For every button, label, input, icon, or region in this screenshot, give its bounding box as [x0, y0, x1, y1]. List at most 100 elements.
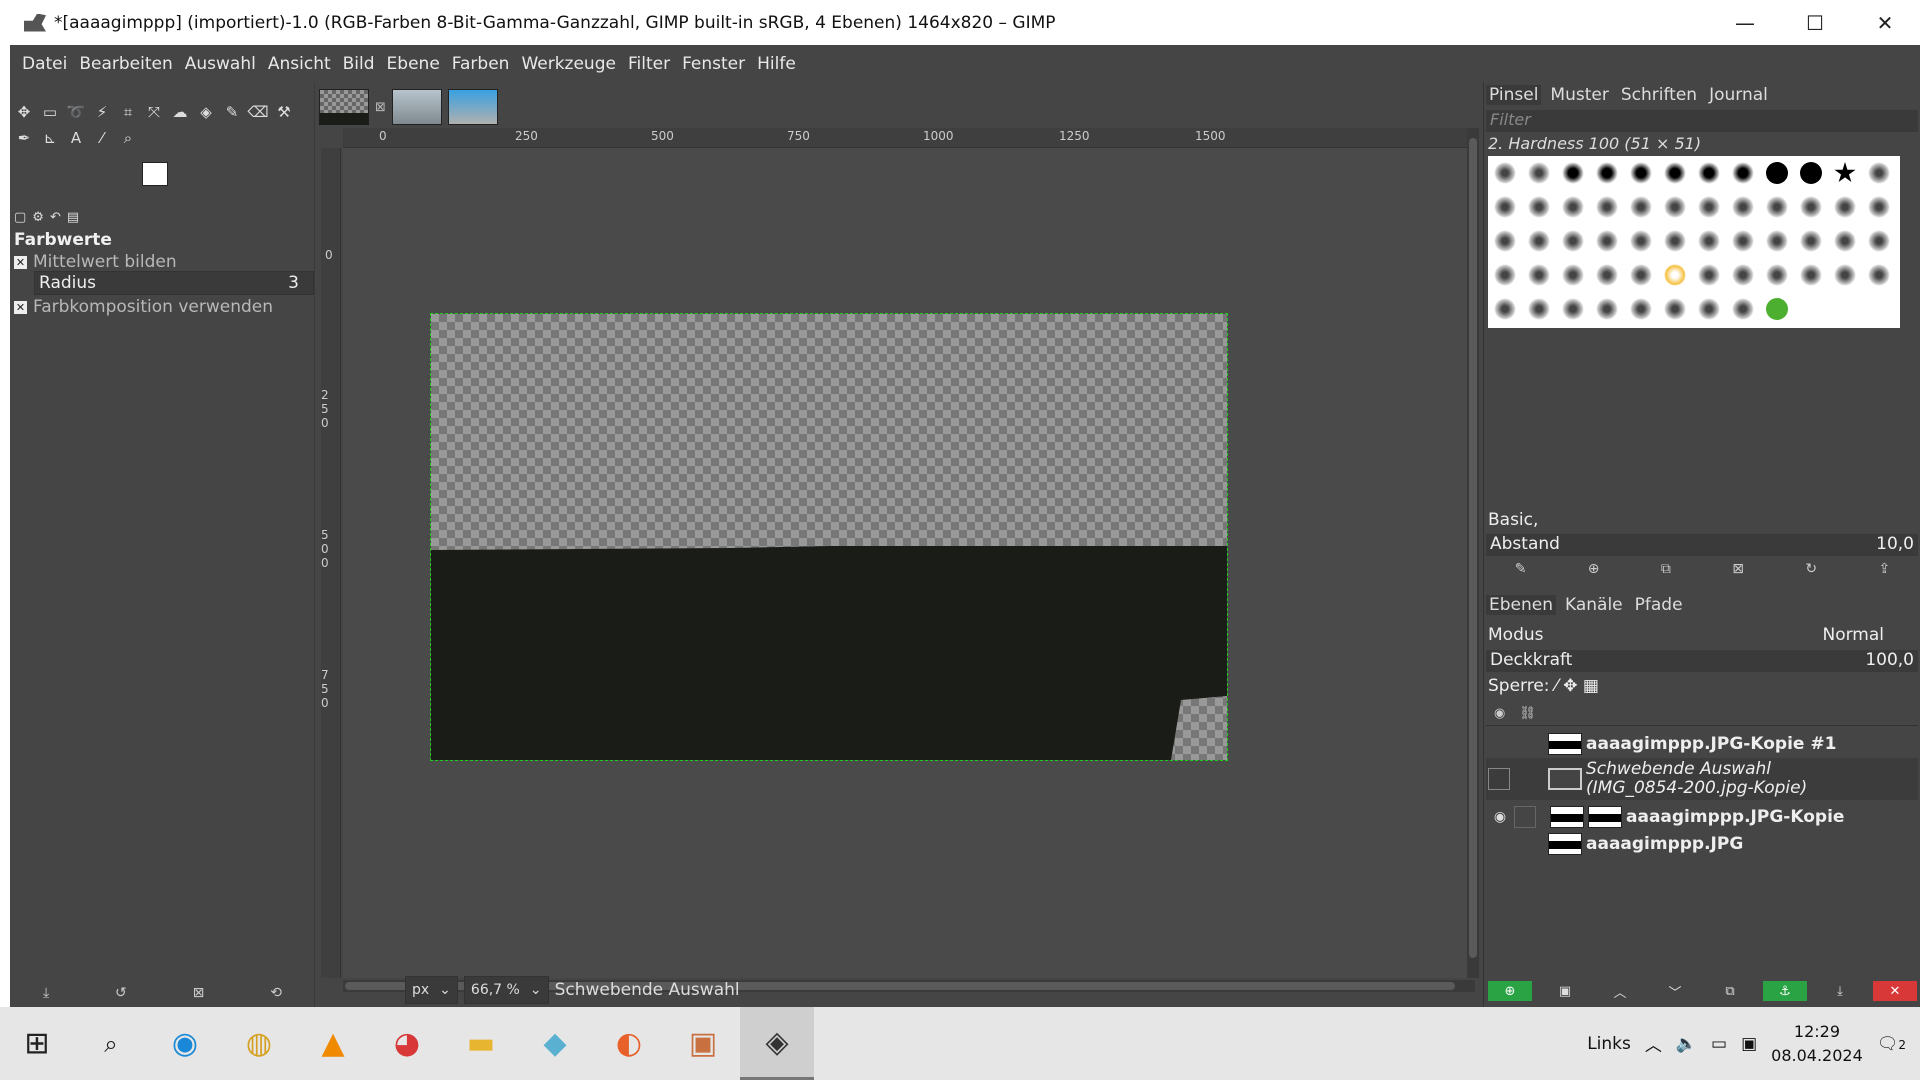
checkbox-icon[interactable]: ✕: [14, 300, 27, 314]
start-icon[interactable]: ⊞: [0, 1007, 74, 1080]
menu-bearbeiten[interactable]: Bearbeiten: [73, 54, 178, 74]
minimize-button[interactable]: —: [1710, 0, 1780, 45]
tab-schriften[interactable]: Schriften: [1618, 85, 1700, 105]
foreground-color[interactable]: [142, 162, 168, 186]
close-button[interactable]: ✕: [1850, 0, 1920, 45]
brush-item[interactable]: [1494, 162, 1516, 184]
brush-item[interactable]: [1732, 264, 1754, 286]
delete-brush-icon[interactable]: ⊠: [1732, 561, 1744, 577]
bucket-fill-icon[interactable]: ◈: [196, 102, 216, 122]
tool-options-tab-icon[interactable]: ▢: [14, 210, 26, 225]
brush-item[interactable]: [1664, 298, 1686, 320]
brush-item[interactable]: [1766, 196, 1788, 218]
measure-icon[interactable]: ⊾: [40, 128, 60, 148]
edit-brush-icon[interactable]: ✎: [1515, 561, 1527, 577]
vertical-ruler[interactable]: 0 250 500 750: [321, 148, 341, 978]
use-composite-option[interactable]: ✕ Farbkomposition verwenden: [14, 297, 273, 317]
transform-icon[interactable]: ⤧: [144, 102, 164, 122]
menu-auswahl[interactable]: Auswahl: [179, 54, 262, 74]
brush-item[interactable]: [1596, 298, 1618, 320]
checkbox-icon[interactable]: ✕: [14, 255, 27, 269]
opacity-value[interactable]: 100,0: [1865, 650, 1914, 672]
layer-name[interactable]: aaaagimppp.JPG: [1586, 834, 1743, 854]
brush-item[interactable]: [1834, 196, 1856, 218]
rect-select-icon[interactable]: ▭: [40, 102, 60, 122]
chain-toggle[interactable]: [1514, 806, 1536, 828]
spacing-slider[interactable]: Abstand 10,0: [1486, 534, 1918, 556]
tray-label[interactable]: Links: [1587, 1034, 1631, 1054]
brush-item[interactable]: [1800, 196, 1822, 218]
anchor-icon[interactable]: ⚓: [1763, 981, 1807, 1001]
firefox-icon[interactable]: ◐: [592, 1007, 666, 1080]
brush-item[interactable]: [1664, 196, 1686, 218]
lasso-icon[interactable]: ➰: [66, 102, 86, 122]
unit-selector[interactable]: px ⌄: [405, 976, 458, 1004]
new-group-icon[interactable]: ▣: [1543, 981, 1587, 1001]
eraser-icon[interactable]: ⌫: [247, 102, 268, 122]
brush-item[interactable]: [1868, 196, 1890, 218]
brush-item[interactable]: [1698, 230, 1720, 252]
image-with-floating-selection[interactable]: [430, 313, 1228, 761]
menu-hilfe[interactable]: Hilfe: [751, 54, 802, 74]
image-tab[interactable]: [391, 89, 442, 125]
move-tool-icon[interactable]: ✥: [14, 102, 34, 122]
warp-icon[interactable]: ☁: [170, 102, 190, 122]
brush-item[interactable]: [1630, 298, 1652, 320]
sample-average-option[interactable]: ✕ Mittelwert bilden: [14, 252, 177, 272]
zoom-icon[interactable]: ⌕: [118, 128, 138, 148]
menu-datei[interactable]: Datei: [16, 54, 73, 74]
canvas[interactable]: [343, 148, 1475, 978]
file-explorer-icon[interactable]: ▬: [444, 1007, 518, 1080]
tab-pfade[interactable]: Pfade: [1632, 595, 1686, 615]
reset-options-icon[interactable]: ⟲: [270, 985, 282, 1001]
notifications-icon[interactable]: 🗨2: [1877, 1034, 1906, 1054]
duplicate-brush-icon[interactable]: ⧉: [1661, 561, 1671, 577]
chevron-up-icon[interactable]: ︿: [1645, 1031, 1662, 1056]
brush-item[interactable]: [1494, 264, 1516, 286]
brush-item[interactable]: [1664, 230, 1686, 252]
brush-item[interactable]: [1528, 162, 1550, 184]
opacity-slider[interactable]: Deckkraft 100,0: [1486, 650, 1918, 672]
image-tab[interactable]: [447, 89, 498, 125]
layer-row[interactable]: aaaagimppp.JPG: [1486, 832, 1918, 856]
menu-ansicht[interactable]: Ansicht: [262, 54, 337, 74]
network-icon[interactable]: ▣: [1741, 1034, 1757, 1054]
brush-item[interactable]: [1766, 162, 1788, 184]
tab-pinsel[interactable]: Pinsel: [1486, 85, 1542, 105]
brush-item[interactable]: [1732, 298, 1754, 320]
brush-item[interactable]: [1834, 162, 1856, 183]
search-icon[interactable]: ⌕: [74, 1007, 148, 1080]
menu-farben[interactable]: Farben: [446, 54, 516, 74]
brush-item[interactable]: [1596, 196, 1618, 218]
lock-pixels-icon[interactable]: ⁄: [1555, 676, 1558, 696]
brush-item[interactable]: [1494, 230, 1516, 252]
delete-options-icon[interactable]: ⊠: [193, 985, 205, 1001]
open-as-image-icon[interactable]: ⇪: [1879, 561, 1891, 577]
brush-item[interactable]: [1800, 230, 1822, 252]
fuzzy-select-icon[interactable]: ⚡: [92, 102, 112, 122]
vertical-scrollbar[interactable]: [1467, 128, 1479, 978]
undo-history-tab-icon[interactable]: ↶: [50, 210, 61, 225]
brush-item[interactable]: [1834, 264, 1856, 286]
crop-icon[interactable]: ⌗: [118, 102, 138, 122]
brush-item[interactable]: [1800, 264, 1822, 286]
notes-app-icon[interactable]: ◆: [518, 1007, 592, 1080]
radius-spinner[interactable]: Radius 3: [34, 271, 314, 295]
brush-item[interactable]: [1630, 162, 1652, 184]
brush-item[interactable]: [1732, 162, 1754, 184]
clock[interactable]: 12:29 08.04.2024: [1771, 1020, 1863, 1068]
color-picker-icon[interactable]: ⁄: [92, 128, 112, 148]
paintbrush-icon[interactable]: ✎: [222, 102, 242, 122]
brush-item[interactable]: [1766, 298, 1788, 320]
eye-icon[interactable]: ◉: [1488, 806, 1512, 828]
brush-item[interactable]: [1698, 162, 1720, 184]
device-status-tab-icon[interactable]: ⚙: [32, 210, 44, 225]
image-tab-active[interactable]: [319, 89, 369, 125]
brush-item[interactable]: [1800, 162, 1822, 184]
menu-bild[interactable]: Bild: [337, 54, 381, 74]
brush-item[interactable]: [1494, 196, 1516, 218]
brush-item[interactable]: [1630, 230, 1652, 252]
brush-item[interactable]: [1562, 162, 1584, 184]
layer-row-floating[interactable]: Schwebende Auswahl (IMG_0854-200.jpg-Kopi…: [1486, 758, 1918, 800]
brush-item[interactable]: [1528, 196, 1550, 218]
